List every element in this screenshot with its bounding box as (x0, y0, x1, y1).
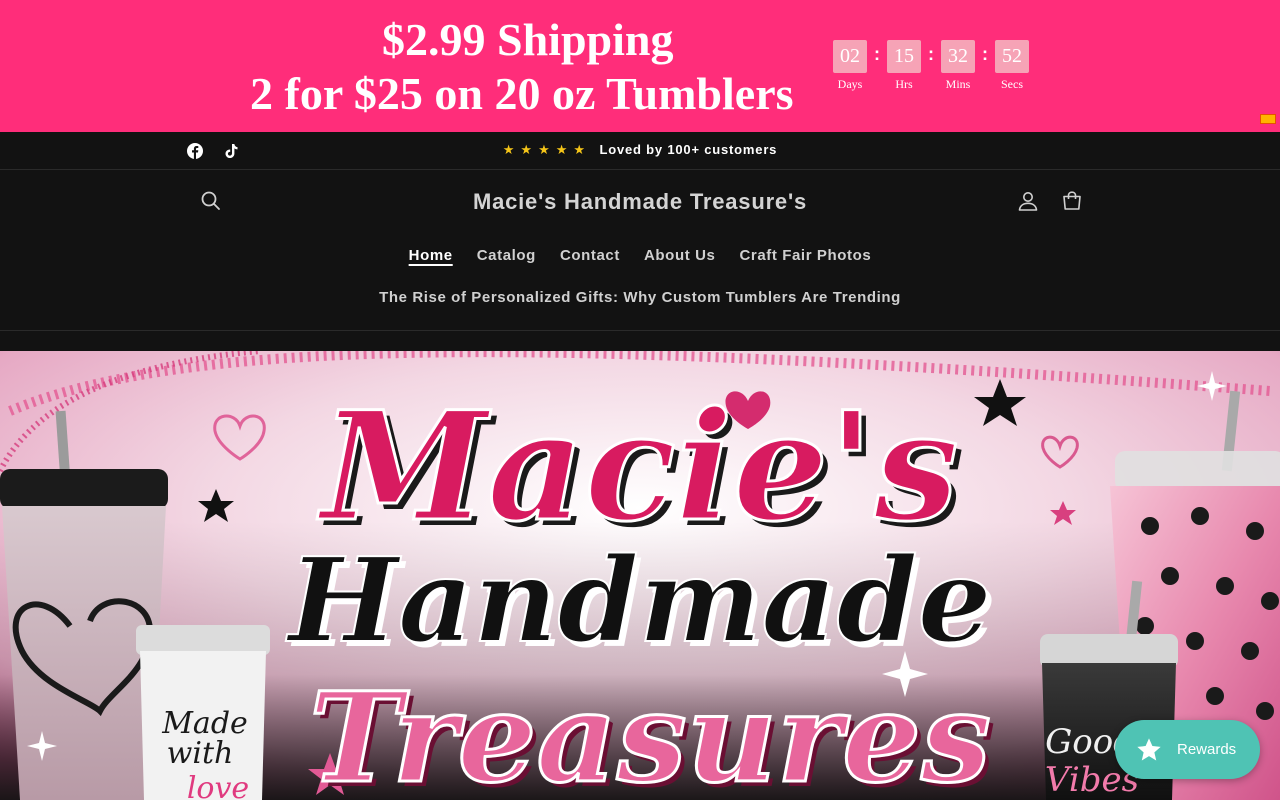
hero-banner[interactable]: Made with love Good Vibes Macie's Macie'… (0, 351, 1280, 800)
announcement-bar: ★★★★★ Loved by 100+ customers (0, 132, 1280, 170)
hero-title-handmade: Handmade (285, 533, 991, 669)
hero-artwork: Made with love Good Vibes Macie's Macie'… (0, 351, 1280, 800)
cart-icon (1063, 191, 1081, 210)
countdown-hours-label: Hrs (895, 77, 913, 91)
promo-tumbler-offer-text: 2 for $25 on 20 oz Tumblers (250, 68, 794, 119)
countdown-seconds-label: Secs (1001, 77, 1023, 91)
countdown-minutes-label: Mins (945, 77, 971, 91)
countdown-hours-value: 15 (887, 40, 921, 73)
rewards-label: Rewards (1177, 741, 1237, 758)
countdown-days-value: 02 (833, 40, 867, 73)
countdown-separator: : (982, 44, 988, 64)
promo-banner: $2.99 Shipping 2 for $25 on 20 oz Tumble… (0, 0, 1280, 132)
nav-catalog[interactable]: Catalog (477, 247, 536, 264)
site-logo[interactable]: Macie's Handmade Treasure's (0, 189, 1280, 215)
tumbler-with-text: with (167, 736, 234, 771)
star-icon (1137, 737, 1161, 760)
nav-blog-article[interactable]: The Rise of Personalized Gifts: Why Cust… (379, 289, 901, 306)
countdown-minutes: 32 Mins (941, 40, 975, 92)
countdown-seconds: 52 Secs (995, 40, 1029, 92)
account-button[interactable] (1016, 189, 1040, 213)
site-header: Macie's Handmade Treasure's Home Catalog… (0, 171, 1280, 331)
countdown-timer: 02 Days : 15 Hrs : 32 Mins : 52 Secs (833, 40, 1029, 92)
cart-button[interactable] (1060, 189, 1084, 213)
announcement-text-row: ★★★★★ Loved by 100+ customers (0, 142, 1280, 158)
nav-contact[interactable]: Contact (560, 247, 620, 264)
countdown-days-label: Days (837, 77, 863, 91)
promo-shipping-text: $2.99 Shipping (382, 14, 674, 65)
countdown-separator: : (928, 44, 934, 64)
main-nav: Home Catalog Contact About Us Craft Fair… (0, 247, 1280, 264)
countdown-separator: : (874, 44, 880, 64)
announcement-text: Loved by 100+ customers (599, 142, 778, 157)
account-icon (1018, 192, 1038, 211)
countdown-hours: 15 Hrs (887, 40, 921, 92)
countdown-minutes-value: 32 (941, 40, 975, 73)
nav-home[interactable]: Home (409, 247, 453, 264)
nav-craft-fair-photos[interactable]: Craft Fair Photos (739, 247, 871, 264)
hero-title-macies: Macie's (316, 379, 958, 555)
countdown-days: 02 Days (833, 40, 867, 92)
rating-stars: ★★★★★ (502, 143, 592, 158)
promo-flag-icon[interactable] (1260, 114, 1276, 124)
hero-title-treasures: Treasures (309, 666, 991, 800)
countdown-seconds-value: 52 (995, 40, 1029, 73)
rewards-button[interactable]: Rewards (1115, 720, 1260, 779)
nav-about-us[interactable]: About Us (644, 247, 715, 264)
secondary-nav: The Rise of Personalized Gifts: Why Cust… (0, 289, 1280, 307)
tumbler-love-text: love (187, 771, 249, 800)
